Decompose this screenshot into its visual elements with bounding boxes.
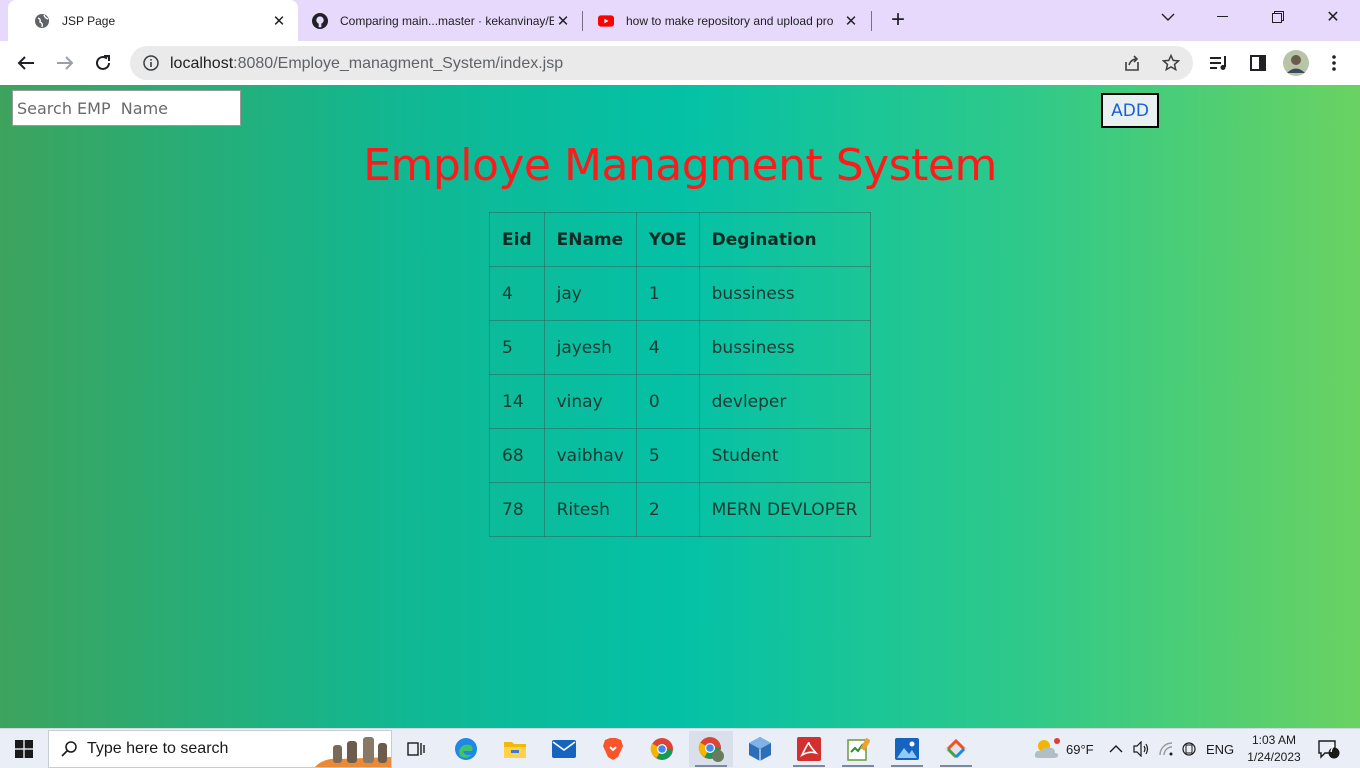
table-row: 5 jayesh 4 bussiness: [489, 320, 871, 375]
globe-icon: [34, 13, 50, 29]
cell-ename: jay: [543, 266, 637, 321]
media-control-icon[interactable]: [1204, 48, 1234, 78]
clock-date: 1/24/2023: [1247, 750, 1301, 764]
tab-title: Comparing main...master · kekanvinay/E: [340, 13, 554, 28]
browser-toolbar: localhost:8080/Employe_managment_System/…: [0, 41, 1360, 85]
forward-icon[interactable]: [50, 48, 80, 78]
cell-eid: 4: [489, 266, 545, 321]
show-hidden-icons-icon[interactable]: [1109, 729, 1123, 768]
profile-avatar[interactable]: [1281, 48, 1311, 78]
notification-center-icon[interactable]: 7: [1318, 729, 1340, 768]
language-indicator[interactable]: ENG: [1206, 729, 1234, 768]
tab-github-compare[interactable]: Comparing main...master · kekanvinay/E ✕: [286, 0, 582, 41]
task-view-icon[interactable]: [394, 731, 438, 767]
cell-degination: bussiness: [698, 266, 871, 321]
cell-eid: 78: [489, 482, 545, 537]
cell-eid: 14: [489, 374, 545, 429]
cell-ename: jayesh: [543, 320, 637, 375]
wifi-icon[interactable]: [1158, 729, 1176, 768]
tab-title: JSP Page: [62, 13, 116, 28]
bookmark-star-icon[interactable]: [1161, 53, 1181, 77]
url-host: localhost: [170, 55, 234, 72]
youtube-icon: [598, 13, 614, 29]
mail-icon[interactable]: [542, 731, 586, 767]
virtualbox-icon[interactable]: [738, 731, 782, 767]
column-header-degination: Degination: [698, 212, 871, 267]
column-header-yoe: YOE: [635, 212, 700, 267]
close-window-icon[interactable]: ✕: [1310, 0, 1356, 34]
github-icon: [312, 12, 328, 29]
acrobat-icon[interactable]: [787, 731, 831, 767]
table-row: 14 vinay 0 devleper: [489, 374, 871, 429]
search-highlight-icon: [313, 731, 391, 767]
column-header-ename: EName: [543, 212, 637, 267]
clock[interactable]: 1:03 AM 1/24/2023: [1241, 729, 1307, 768]
share-icon[interactable]: [1123, 54, 1141, 77]
weather-temp: 69°F: [1066, 741, 1094, 757]
add-employee-button[interactable]: ADD: [1101, 93, 1159, 128]
cell-ename: vaibhav: [543, 428, 637, 483]
cell-yoe: 4: [635, 320, 700, 375]
tab-jsp-page[interactable]: JSP Page ✕: [8, 0, 298, 41]
cell-yoe: 1: [635, 266, 700, 321]
git-icon[interactable]: [934, 731, 978, 767]
search-icon: [61, 741, 77, 757]
file-explorer-icon[interactable]: [493, 731, 537, 767]
cell-degination: MERN DEVLOPER: [698, 482, 871, 537]
back-icon[interactable]: [11, 48, 41, 78]
reload-icon[interactable]: [88, 48, 118, 78]
table-row: 68 vaibhav 5 Student: [489, 428, 871, 483]
taskbar-search-box[interactable]: Type here to search: [48, 730, 392, 768]
chrome-profile-icon[interactable]: [689, 731, 733, 767]
side-panel-icon[interactable]: [1243, 48, 1273, 78]
minimize-icon[interactable]: [1199, 0, 1245, 34]
tab-title: how to make repository and upload pro: [626, 13, 834, 28]
employee-table: Eid EName YOE Degination 4 jay 1 bussine…: [489, 212, 871, 537]
url-path: :8080/Employe_managment_System/index.jsp: [233, 55, 564, 72]
browser-tab-strip: JSP Page ✕ Comparing main...master · kek…: [0, 0, 1360, 41]
column-header-eid: Eid: [489, 212, 545, 267]
tab-youtube[interactable]: how to make repository and upload pro ✕: [572, 0, 870, 41]
cell-yoe: 0: [635, 374, 700, 429]
brave-icon[interactable]: [591, 731, 635, 767]
weather-icon: [1032, 736, 1062, 762]
site-info-icon[interactable]: [143, 55, 159, 76]
photos-icon[interactable]: [885, 731, 929, 767]
cell-degination: bussiness: [698, 320, 871, 375]
cell-yoe: 5: [635, 428, 700, 483]
table-row: 78 Ritesh 2 MERN DEVLOPER: [489, 482, 871, 537]
close-tab-icon[interactable]: ✕: [842, 12, 860, 30]
battery-icon[interactable]: [1181, 729, 1197, 768]
edge-icon[interactable]: [444, 731, 488, 767]
notification-count: 7: [1329, 744, 1335, 755]
new-tab-button[interactable]: +: [875, 3, 921, 37]
table-header-row: Eid EName YOE Degination: [489, 212, 871, 267]
address-bar[interactable]: localhost:8080/Employe_managment_System/…: [130, 46, 1193, 80]
table-row: 4 jay 1 bussiness: [489, 266, 871, 321]
cell-eid: 68: [489, 428, 545, 483]
weather-widget[interactable]: 69°F: [1032, 729, 1094, 768]
cell-degination: Student: [698, 428, 871, 483]
tab-search-icon[interactable]: [1145, 0, 1191, 34]
cell-ename: Ritesh: [543, 482, 637, 537]
close-tab-icon[interactable]: ✕: [554, 12, 572, 30]
windows-taskbar: Type here to search 69°F ENG 1:03 AM 1/2…: [0, 728, 1360, 768]
cell-degination: devleper: [698, 374, 871, 429]
cell-yoe: 2: [635, 482, 700, 537]
restore-icon[interactable]: [1255, 0, 1301, 34]
cell-eid: 5: [489, 320, 545, 375]
search-emp-name-input[interactable]: [12, 90, 241, 126]
clock-time: 1:03 AM: [1251, 733, 1297, 747]
chrome-icon[interactable]: [640, 731, 684, 767]
page-title: Employe Managment System: [363, 140, 997, 191]
taskbar-search-label: Type here to search: [87, 740, 229, 757]
url-text: localhost:8080/Employe_managment_System/…: [170, 55, 563, 73]
tab-separator: [871, 11, 872, 31]
browser-menu-icon[interactable]: [1319, 48, 1349, 78]
page-content: ADD Employe Managment System Eid EName Y…: [0, 85, 1360, 728]
volume-icon[interactable]: [1132, 729, 1150, 768]
notepad-icon[interactable]: [836, 731, 880, 767]
cell-ename: vinay: [543, 374, 637, 429]
start-button[interactable]: [2, 731, 46, 767]
